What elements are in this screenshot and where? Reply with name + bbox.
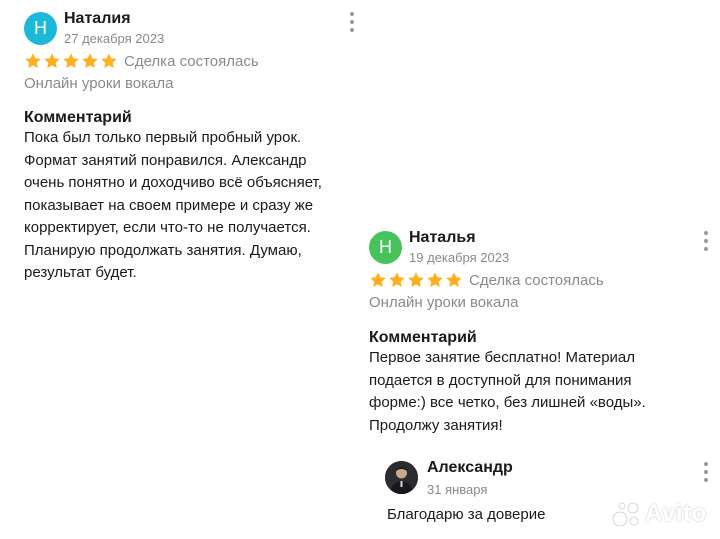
- star-icon: [408, 272, 424, 288]
- comment-text: Пока был только первый пробный урок. Фор…: [24, 127, 360, 285]
- avatar[interactable]: [385, 461, 418, 494]
- reviewer-name[interactable]: Наталья: [409, 229, 476, 247]
- comment-title: Комментарий: [24, 109, 132, 126]
- star-icon: [44, 53, 60, 69]
- star-icon: [63, 53, 79, 69]
- seller-name[interactable]: Александр: [427, 459, 513, 477]
- comment-line: Продолжу занятия!: [369, 416, 503, 434]
- star-icon: [82, 53, 98, 69]
- service-name: Онлайн уроки вокала: [369, 294, 519, 311]
- reply-date: 31 января: [427, 482, 488, 497]
- avito-logo-icon: [612, 502, 639, 527]
- review-date: 27 декабря 2023: [64, 31, 165, 46]
- rating-stars: [369, 271, 464, 289]
- more-options-icon[interactable]: [698, 231, 714, 251]
- review-card: Н Наталия 27 декабря 2023 Сделка состоял…: [24, 8, 360, 285]
- more-options-icon[interactable]: [698, 462, 714, 482]
- star-icon: [101, 53, 117, 69]
- star-icon: [25, 53, 41, 69]
- rating-stars: [24, 52, 119, 70]
- avatar[interactable]: Н: [369, 231, 402, 264]
- comment-text: Первое занятие бесплатно! Материал подае…: [369, 347, 714, 437]
- comment-title: Комментарий: [369, 329, 477, 346]
- rating-row: Сделка состоялась: [24, 50, 360, 72]
- star-icon: [427, 272, 443, 288]
- comment-line: подается в доступной для понимания: [369, 371, 632, 389]
- rating-row: Сделка состоялась: [369, 269, 714, 291]
- seller-photo-icon: [385, 461, 418, 494]
- more-options-icon[interactable]: [344, 12, 360, 32]
- comment-line: Формат занятий понравился. Александр: [24, 151, 307, 169]
- service-name: Онлайн уроки вокала: [24, 75, 174, 92]
- avatar[interactable]: Н: [24, 12, 57, 45]
- review-header: Н Наталья 19 декабря 2023: [369, 227, 714, 267]
- star-icon: [370, 272, 386, 288]
- comment-line: очень понятно и доходчиво всё объясняет,: [24, 174, 322, 191]
- deal-status: Сделка состоялась: [124, 52, 259, 70]
- reply-text: Благодарю за доверие: [387, 506, 546, 523]
- review-date: 19 декабря 2023: [409, 250, 510, 265]
- comment-line: форме:) все четко, без лишней «воды».: [369, 394, 646, 411]
- star-icon: [389, 272, 405, 288]
- review-card: Н Наталья 19 декабря 2023 Сделка состоял…: [369, 227, 714, 437]
- comment-line: корректирует, если что-то не получается.: [24, 219, 311, 236]
- reviewer-name[interactable]: Наталия: [64, 10, 131, 28]
- comment-line: показывает на своем примере и сразу же: [24, 196, 314, 214]
- star-icon: [446, 272, 462, 288]
- comment-line: Первое занятие бесплатно! Материал: [369, 349, 636, 366]
- comment-line: Планирую продолжать занятия. Думаю,: [24, 241, 302, 259]
- comment-line: Пока был только первый пробный урок.: [24, 129, 302, 146]
- watermark-text: Avito: [645, 500, 707, 527]
- review-header: Н Наталия 27 декабря 2023: [24, 8, 360, 48]
- deal-status: Сделка состоялась: [469, 271, 604, 289]
- avito-watermark: Avito: [612, 500, 707, 528]
- comment-line: результат будет.: [24, 264, 137, 281]
